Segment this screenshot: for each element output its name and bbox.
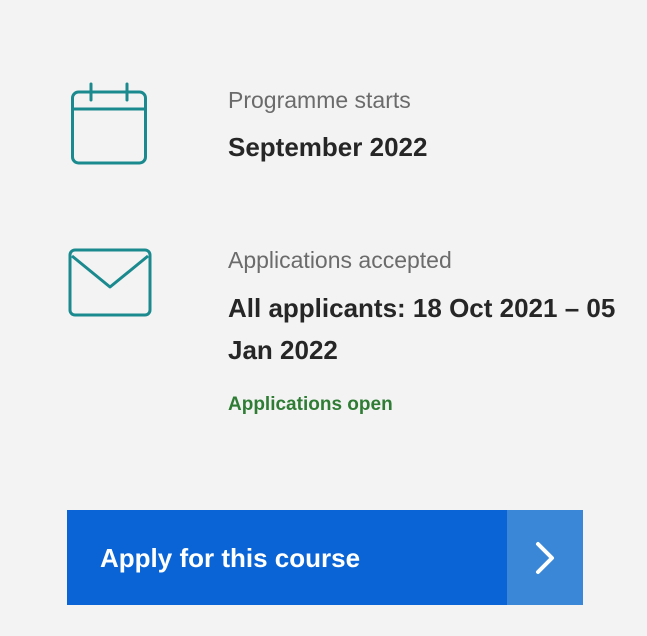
applications-row: Applications accepted All applicants: 18…: [0, 240, 647, 440]
programme-start-row: Programme starts September 2022: [0, 80, 647, 190]
programme-start-value: September 2022: [228, 132, 428, 162]
apply-button-arrow[interactable]: [507, 510, 583, 605]
apply-button-main[interactable]: Apply for this course: [67, 510, 507, 605]
mail-icon: [68, 248, 152, 318]
applications-dates: All applicants: 18 Oct 2021 – 05 Jan 202…: [228, 293, 616, 365]
programme-start-label: Programme starts: [228, 87, 411, 113]
calendar-icon: [70, 82, 148, 166]
apply-button[interactable]: Apply for this course: [67, 510, 583, 605]
course-info-card: Programme starts September 2022 Applicat…: [0, 0, 647, 636]
chevron-right-icon: [536, 541, 554, 574]
apply-button-label: Apply for this course: [100, 542, 361, 573]
applications-label: Applications accepted: [228, 247, 452, 273]
applications-text: Applications accepted All applicants: 18…: [228, 240, 628, 436]
programme-start-text: Programme starts September 2022: [228, 80, 628, 168]
applications-status: Applications open: [228, 394, 393, 415]
